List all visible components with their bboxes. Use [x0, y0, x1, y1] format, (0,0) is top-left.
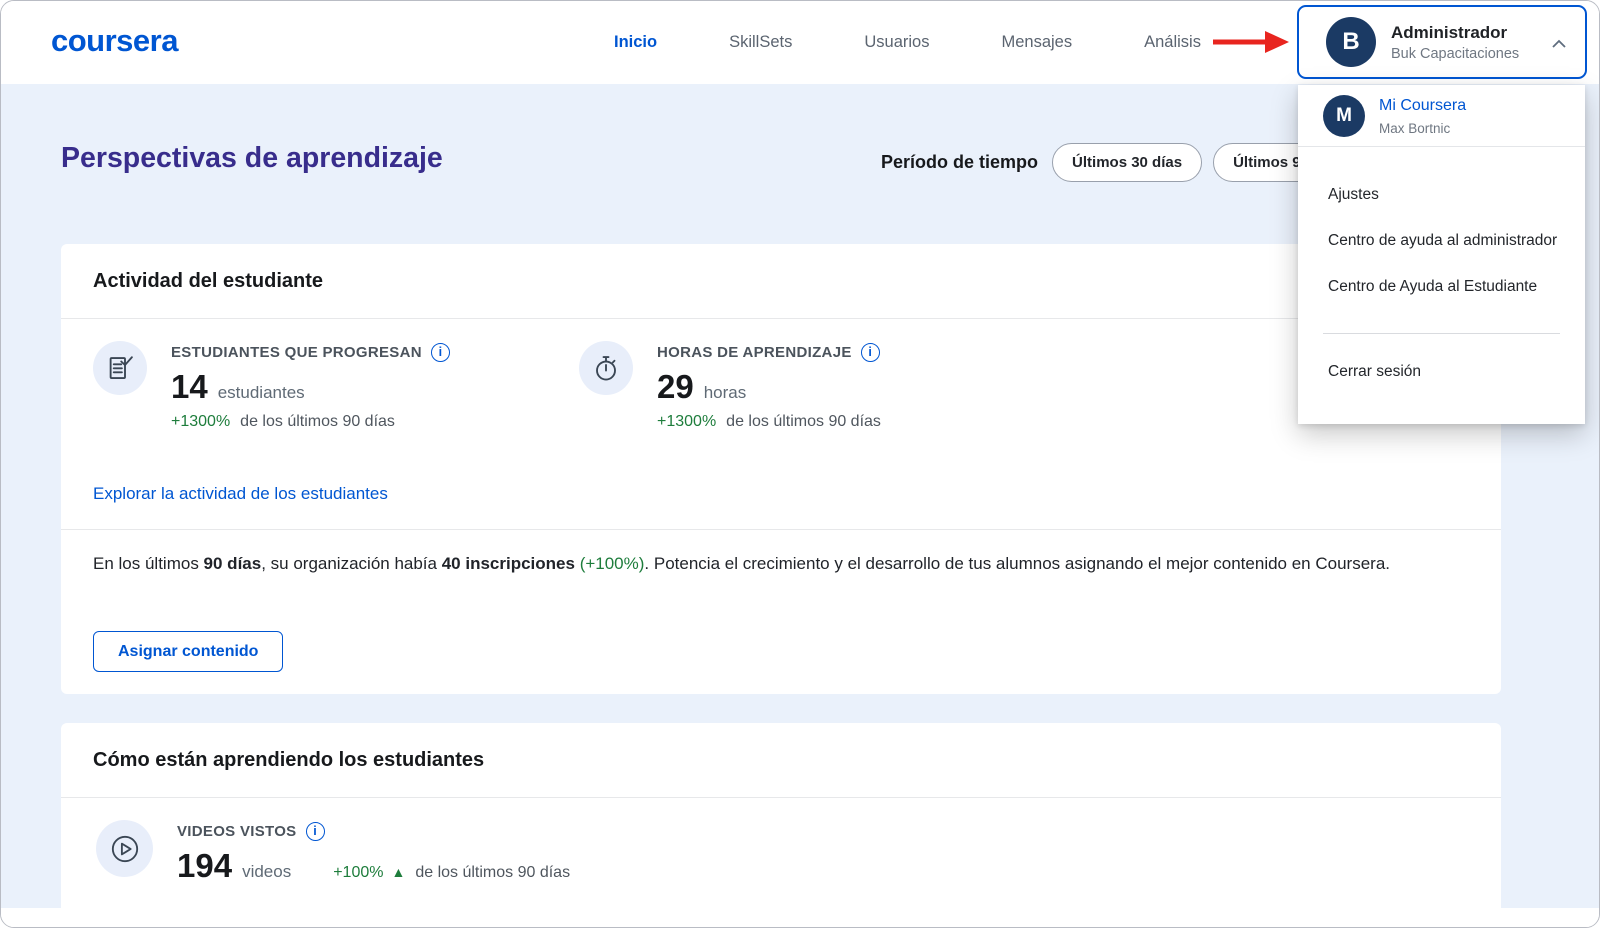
triangle-up-icon: ▲	[391, 864, 405, 880]
menu-item-ajustes[interactable]: Ajustes	[1298, 175, 1585, 215]
metric-delta: +1300%	[657, 413, 716, 431]
info-icon[interactable]: i	[431, 343, 450, 362]
metric-label: ESTUDIANTES QUE PROGRESAN	[171, 344, 422, 361]
info-icon[interactable]: i	[306, 822, 325, 841]
summary-bold-90-dias: 90 días	[204, 554, 262, 573]
metric-delta: +100%	[333, 864, 383, 882]
stopwatch-icon	[579, 341, 633, 395]
card-header: Actividad del estudiante	[61, 244, 1501, 319]
metric-text: HORAS DE APRENDIZAJE i 29 horas +1300% d…	[657, 343, 881, 431]
play-icon	[96, 820, 153, 877]
nav-item-usuarios[interactable]: Usuarios	[864, 33, 929, 52]
assign-content-button[interactable]: Asignar contenido	[93, 631, 283, 672]
how-students-learn-card: Cómo están aprendiendo los estudiantes V…	[61, 723, 1501, 910]
summary-bold-inscripciones: 40 inscripciones	[442, 554, 575, 573]
menu-item-centro-ayuda-estudiante[interactable]: Centro de Ayuda al Estudiante	[1298, 267, 1585, 307]
user-avatar: M	[1323, 95, 1365, 137]
period-pill-30-dias[interactable]: Últimos 30 días	[1052, 143, 1202, 182]
account-menu-button[interactable]: B Administrador Buk Capacitaciones	[1297, 5, 1587, 79]
bottom-strip	[1, 908, 1599, 927]
account-dropdown-menu: M Mi Coursera Max Bortnic Ajustes Centro…	[1298, 85, 1585, 424]
red-arrow-annotation	[1211, 30, 1291, 54]
summary-green-delta: (+100%)	[580, 554, 645, 573]
account-text: Administrador Buk Capacitaciones	[1391, 23, 1519, 62]
activity-metrics: ESTUDIANTES QUE PROGRESAN i 14 estudiant…	[93, 341, 1065, 431]
metric-videos-vistos: VIDEOS VISTOS i 194 videos +100% ▲ de lo…	[96, 820, 570, 885]
nav-item-skillsets[interactable]: SkillSets	[729, 33, 792, 52]
learning-card-title: Cómo están aprendiendo los estudiantes	[93, 749, 484, 772]
metric-delta-suffix: de los últimos 90 días	[726, 413, 881, 431]
nav-item-mensajes[interactable]: Mensajes	[1001, 33, 1072, 52]
metric-estudiantes-progresan: ESTUDIANTES QUE PROGRESAN i 14 estudiant…	[93, 341, 579, 431]
account-name: Administrador	[1391, 23, 1519, 43]
account-org: Buk Capacitaciones	[1391, 46, 1519, 62]
coursera-logo[interactable]: coursera	[51, 23, 178, 59]
enrollment-summary: En los últimos 90 días, su organización …	[93, 549, 1455, 578]
admin-avatar: B	[1326, 17, 1376, 67]
metric-label: HORAS DE APRENDIZAJE	[657, 344, 852, 361]
dropdown-profile-mi-coursera[interactable]: M Mi Coursera Max Bortnic	[1298, 85, 1585, 147]
document-check-icon	[93, 341, 147, 395]
summary-text: En los últimos	[93, 554, 204, 573]
profile-title: Mi Coursera	[1379, 97, 1466, 115]
metric-unit: estudiantes	[218, 383, 305, 403]
menu-divider	[1323, 333, 1560, 334]
student-activity-card: Actividad del estudiante	[61, 244, 1501, 694]
metric-value: 14	[171, 368, 208, 406]
time-period-label: Período de tiempo	[881, 152, 1038, 173]
card-header: Cómo están aprendiendo los estudiantes	[61, 723, 1501, 798]
menu-item-cerrar-sesion[interactable]: Cerrar sesión	[1298, 352, 1585, 392]
metric-value: 194	[177, 847, 232, 885]
metric-text: ESTUDIANTES QUE PROGRESAN i 14 estudiant…	[171, 343, 450, 431]
menu-item-centro-ayuda-administrador[interactable]: Centro de ayuda al administrador	[1298, 221, 1585, 261]
screenshot-frame: coursera Inicio SkillSets Usuarios Mensa…	[0, 0, 1600, 928]
metric-horas-aprendizaje: HORAS DE APRENDIZAJE i 29 horas +1300% d…	[579, 341, 1065, 431]
summary-text: , su organización había	[261, 554, 442, 573]
summary-text: . Potencia el crecimiento y el desarroll…	[644, 554, 1390, 573]
metric-delta: +1300%	[171, 413, 230, 431]
metric-value: 29	[657, 368, 694, 406]
profile-subtitle: Max Bortnic	[1379, 121, 1450, 136]
info-icon[interactable]: i	[861, 343, 880, 362]
metric-unit: videos	[242, 862, 291, 882]
explore-activity-link[interactable]: Explorar la actividad de los estudiantes	[93, 484, 388, 504]
page-title: Perspectivas de aprendizaje	[61, 142, 443, 175]
metric-label: VIDEOS VISTOS	[177, 823, 297, 840]
metric-delta-suffix: de los últimos 90 días	[415, 864, 570, 882]
top-nav-bar: coursera Inicio SkillSets Usuarios Mensa…	[1, 1, 1599, 84]
nav-item-analisis[interactable]: Análisis	[1144, 33, 1201, 52]
card-divider	[61, 529, 1501, 530]
activity-card-title: Actividad del estudiante	[93, 270, 323, 293]
nav-item-inicio[interactable]: Inicio	[614, 33, 657, 52]
metric-text: VIDEOS VISTOS i 194 videos +100% ▲ de lo…	[177, 822, 570, 885]
metric-unit: horas	[704, 383, 747, 403]
primary-nav: Inicio SkillSets Usuarios Mensajes Análi…	[614, 1, 1201, 84]
metric-delta-suffix: de los últimos 90 días	[240, 413, 395, 431]
chevron-up-icon	[1551, 39, 1567, 49]
